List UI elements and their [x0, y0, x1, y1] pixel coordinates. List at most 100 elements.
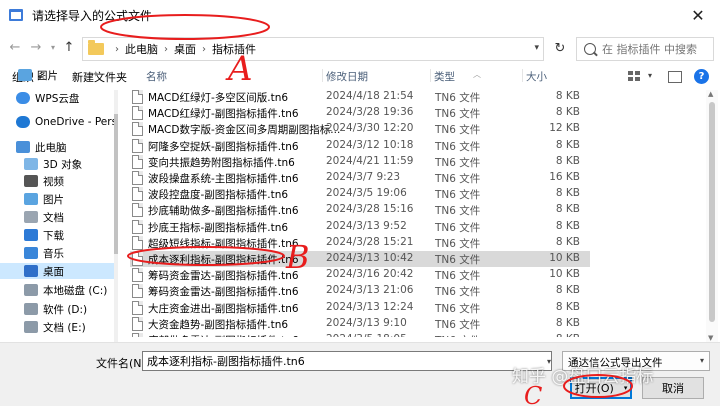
sidebar-item-drive-e[interactable]: 文档 (E:)	[0, 319, 114, 335]
music-icon	[24, 247, 38, 259]
file-row[interactable]: 大庄资金进出-副图指标插件.tn6 2024/3/13 12:24 TN6 文件 8 …	[130, 300, 590, 316]
sidebar-item-pictures[interactable]: 图片	[0, 191, 114, 207]
breadcrumb-folder[interactable]: 指标插件	[212, 41, 256, 57]
file-row[interactable]: 超级短线指标-副图指标插件.tn6 2024/3/28 15:21 TN6 文件 8 …	[130, 235, 590, 251]
sidebar-item-label: 图片	[37, 69, 58, 82]
address-bar[interactable]: › 此电脑 › 桌面 › 指标插件 ▾	[82, 37, 544, 61]
scroll-down-icon[interactable]: ▼	[708, 334, 713, 342]
sidebar-item-this-pc[interactable]: 此电脑	[0, 139, 114, 155]
search-input[interactable]	[602, 42, 712, 56]
file-row[interactable]: MACD红绿灯-多空区间版.tn6 2024/4/18 21:54 TN6 文件 8 …	[130, 89, 590, 105]
sidebar-item-drive-d[interactable]: 软件 (D:)	[0, 301, 114, 317]
pin-icon[interactable]: ✦	[92, 70, 100, 80]
file-row[interactable]: 变向共振趋势附图指标插件.tn6 2024/4/21 11:59 TN6 文件 8 K…	[130, 154, 590, 170]
file-icon	[132, 268, 143, 283]
up-icon[interactable]: ↑	[60, 38, 78, 56]
navigation-bar: ← → ▾ ↑ › 此电脑 › 桌面 › 指标插件 ▾ ↻	[0, 30, 720, 64]
file-list-scrollbar-thumb[interactable]	[709, 102, 715, 322]
sidebar-item-desktop[interactable]: 桌面	[0, 263, 114, 279]
file-name: 变向共振趋势附图指标插件.tn6	[148, 156, 295, 169]
file-date: 2024/4/18 21:54	[326, 90, 414, 102]
file-size: 8 KB	[555, 154, 580, 167]
breadcrumb-this-pc[interactable]: 此电脑	[125, 41, 158, 57]
sidebar-item-label: 本地磁盘 (C:)	[43, 284, 108, 297]
file-row[interactable]: 抄底辅助做多-副图指标插件.tn6 2024/3/28 15:16 TN6 文件 8 …	[130, 202, 590, 218]
file-size: 10 KB	[549, 252, 580, 264]
sidebar-item-videos[interactable]: 视频	[0, 173, 114, 189]
sidebar-item-documents[interactable]: 文档	[0, 209, 114, 225]
file-row[interactable]: 大资金趋势-副图指标插件.tn6 2024/3/13 9:10 TN6 文件 8 KB	[130, 316, 590, 332]
filename-input[interactable]	[142, 351, 552, 371]
file-icon	[132, 284, 143, 299]
file-date: 2024/3/5 19:06	[326, 187, 407, 200]
file-row[interactable]: 底部做多雷达-副图指标插件.tn6 2024/3/5 18:05 TN6 文件 8 K…	[130, 332, 590, 337]
refresh-icon[interactable]: ↻	[550, 38, 570, 58]
file-row[interactable]: 波段操盘系统-主图指标插件.tn6 2024/3/7 9:23 TN6 文件 16 K…	[130, 170, 590, 186]
chevron-right-icon[interactable]: ›	[164, 44, 168, 55]
file-type: TN6 文件	[435, 124, 481, 137]
sidebar-item-downloads[interactable]: 下载	[0, 227, 114, 243]
file-row[interactable]: 阿隆多空捉妖-副图指标插件.tn6 2024/3/12 10:18 TN6 文件 8 …	[130, 138, 590, 154]
breadcrumb-desktop[interactable]: 桌面	[174, 41, 196, 57]
file-icon	[132, 171, 143, 185]
column-header-name[interactable]: 名称	[146, 69, 167, 84]
sidebar-item-3d-objects[interactable]: 3D 对象	[0, 156, 114, 172]
sidebar-item-label: WPS云盘	[35, 92, 80, 105]
picture-icon	[24, 193, 38, 205]
file-row[interactable]: MACD数字版-资金区间多周期副图指标... 2024/3/30 12:20 TN6…	[130, 121, 590, 137]
file-row[interactable]: 筹码资金雷达-副图指标插件.tn6 2024/3/13 21:06 TN6 文件 8 …	[130, 283, 590, 299]
file-name: 波段控盘度-副图指标插件.tn6	[148, 189, 289, 202]
scroll-up-icon[interactable]: ▲	[708, 90, 713, 98]
back-icon[interactable]: ←	[6, 38, 24, 56]
sidebar-item-label: 下载	[43, 229, 64, 242]
close-button[interactable]: ✕	[676, 0, 720, 30]
sidebar-item-wps-cloud[interactable]: WPS云盘	[0, 90, 114, 106]
file-type: TN6 文件	[435, 237, 481, 250]
chevron-right-icon[interactable]: ›	[202, 44, 206, 55]
file-icon	[132, 154, 143, 169]
sidebar-item-onedrive[interactable]: OneDrive - Perso	[0, 114, 114, 130]
watermark-text: 知乎 @盘口云指标	[512, 367, 654, 387]
forward-icon[interactable]: →	[27, 38, 45, 56]
file-row[interactable]: 筹码资金雷达-副图指标插件.tn6 2024/3/16 20:42 TN6 文件 10…	[130, 267, 590, 283]
onedrive-icon	[16, 116, 30, 128]
sidebar-item-drive-c[interactable]: 本地磁盘 (C:)	[0, 282, 114, 298]
file-type: TN6 文件	[435, 205, 481, 218]
file-name: MACD红绿灯-副图指标插件.tn6	[148, 108, 299, 121]
sidebar-item-music[interactable]: 音乐	[0, 245, 114, 261]
sidebar-item-label: 桌面	[43, 265, 64, 278]
column-headers: 名称 修改日期 ︿ 类型 大小	[118, 68, 720, 84]
file-size: 8 KB	[555, 90, 580, 102]
chevron-right-icon[interactable]: ›	[115, 44, 119, 55]
file-row[interactable]: MACD红绿灯-副图指标插件.tn6 2024/3/28 19:36 TN6 文件 8…	[130, 105, 590, 121]
file-type: TN6 文件	[435, 254, 481, 266]
folder-icon	[88, 40, 104, 55]
file-size: 8 KB	[555, 219, 580, 232]
column-header-date[interactable]: 修改日期	[326, 69, 368, 84]
computer-icon	[16, 141, 30, 153]
file-date: 2024/3/13 10:42	[326, 252, 414, 264]
file-row[interactable]: 成本逐利指标-副图指标插件.tn6 2024/3/13 10:42 TN6 文件 10…	[130, 251, 590, 267]
sidebar-item-label: 此电脑	[35, 141, 67, 154]
file-type: TN6 文件	[435, 189, 481, 202]
file-row[interactable]: 抄底王指标-副图指标插件.tn6 2024/3/13 9:52 TN6 文件 8 KB	[130, 219, 590, 235]
column-divider[interactable]	[322, 69, 323, 82]
sort-caret-icon: ︿	[473, 70, 481, 79]
sidebar-item-label: 文档	[43, 211, 64, 224]
address-dropdown-icon[interactable]: ▾	[534, 43, 539, 53]
file-list-scrollbar[interactable]: ▲ ▼	[706, 90, 718, 342]
column-header-type[interactable]: 类型	[434, 69, 455, 84]
file-size: 16 KB	[549, 171, 580, 183]
sidebar-item-pictures-quick[interactable]: 图片 ✦	[0, 67, 114, 83]
file-date: 2024/3/13 21:06	[326, 284, 414, 297]
search-box[interactable]	[576, 37, 714, 61]
sidebar-item-label: 3D 对象	[43, 158, 83, 171]
file-name: MACD红绿灯-多空区间版.tn6	[148, 92, 289, 104]
file-name: 筹码资金雷达-副图指标插件.tn6	[148, 286, 299, 299]
column-divider[interactable]	[430, 69, 431, 82]
file-icon	[132, 316, 143, 331]
file-row[interactable]: 波段控盘度-副图指标插件.tn6 2024/3/5 19:06 TN6 文件 8 KB	[130, 186, 590, 202]
column-divider[interactable]	[522, 69, 523, 82]
file-type: TN6 文件	[435, 156, 481, 169]
column-header-size[interactable]: 大小	[526, 69, 547, 84]
